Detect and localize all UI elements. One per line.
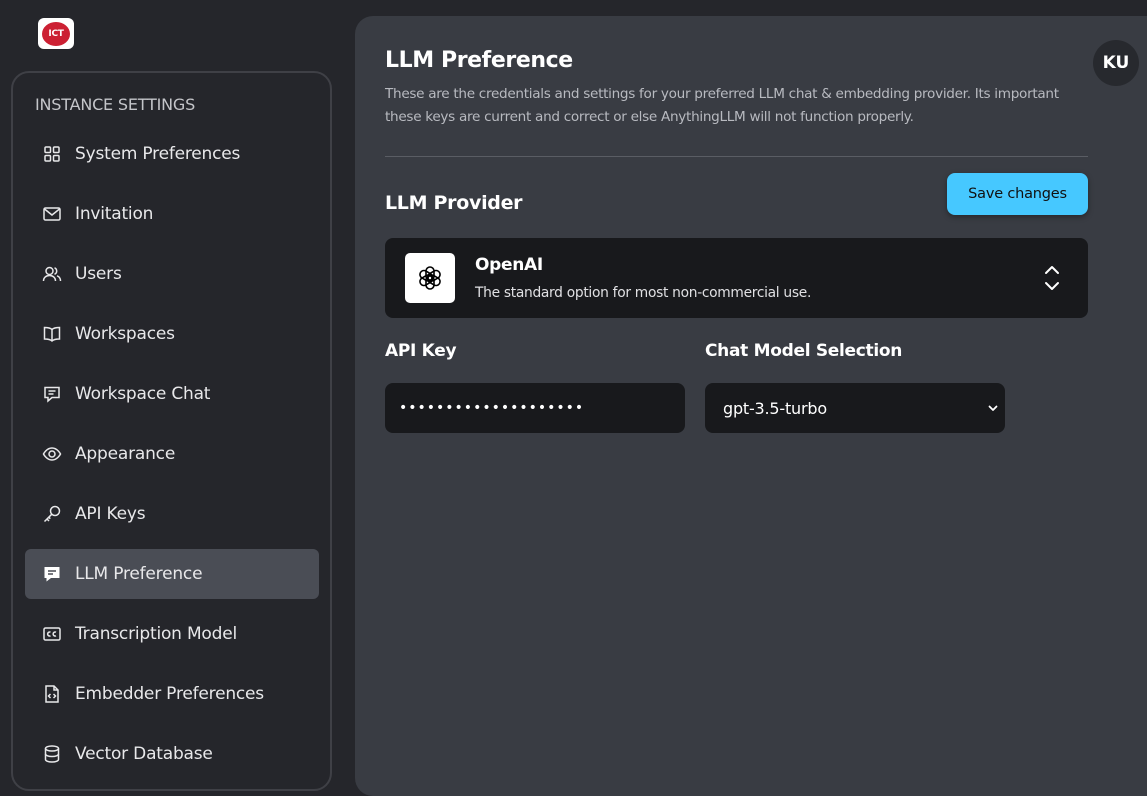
logo-mark: ICT xyxy=(42,21,70,46)
sidebar-item-vector-database[interactable]: Vector Database xyxy=(25,729,319,779)
sidebar-item-label: Transcription Model xyxy=(75,624,237,644)
chat-model-label: Chat Model Selection xyxy=(705,341,903,361)
sidebar-item-label: Appearance xyxy=(75,444,176,464)
sidebar: INSTANCE SETTINGS System Preferences Inv… xyxy=(11,71,332,791)
cc-icon xyxy=(41,623,63,645)
sidebar-item-label: Embedder Preferences xyxy=(75,684,264,704)
chat-model-value: gpt-3.5-turbo xyxy=(723,398,827,418)
database-icon xyxy=(41,743,63,765)
sidebar-item-transcription-model[interactable]: Transcription Model xyxy=(25,609,319,659)
chevron-down-icon xyxy=(988,405,998,411)
sidebar-item-system-preferences[interactable]: System Preferences xyxy=(25,129,319,179)
users-icon xyxy=(41,263,63,285)
sidebar-item-users[interactable]: Users xyxy=(25,249,319,299)
sidebar-item-label: System Preferences xyxy=(75,144,241,164)
sidebar-item-llm-preference[interactable]: LLM Preference xyxy=(25,549,319,599)
sidebar-item-invitation[interactable]: Invitation xyxy=(25,189,319,239)
sidebar-item-label: Vector Database xyxy=(75,744,213,764)
sidebar-item-label: Workspace Chat xyxy=(75,384,211,404)
sidebar-heading: INSTANCE SETTINGS xyxy=(35,95,196,114)
sidebar-item-label: API Keys xyxy=(75,504,146,524)
api-key-label: API Key xyxy=(385,341,457,361)
key-icon xyxy=(41,503,63,525)
envelope-icon xyxy=(41,203,63,225)
code-file-icon xyxy=(41,683,63,705)
eye-icon xyxy=(41,443,63,465)
provider-name: OpenAI xyxy=(475,255,543,275)
sidebar-item-api-keys[interactable]: API Keys xyxy=(25,489,319,539)
sidebar-item-embedder-preferences[interactable]: Embedder Preferences xyxy=(25,669,319,719)
main-panel: KU LLM Preference These are the credenti… xyxy=(355,16,1147,796)
sidebar-item-workspaces[interactable]: Workspaces xyxy=(25,309,319,359)
sidebar-item-label: Workspaces xyxy=(75,324,175,344)
sidebar-item-workspace-chat[interactable]: Workspace Chat xyxy=(25,369,319,419)
chat-icon xyxy=(41,383,63,405)
app-logo[interactable]: ICT xyxy=(38,18,74,49)
sidebar-item-label: Invitation xyxy=(75,204,154,224)
chevron-up-down-icon xyxy=(1045,266,1059,290)
grid-icon xyxy=(41,143,63,165)
openai-icon xyxy=(405,253,455,303)
api-key-input[interactable] xyxy=(385,383,685,433)
section-title: LLM Provider xyxy=(385,192,523,214)
page-description: These are the credentials and settings f… xyxy=(385,86,1059,125)
save-changes-button[interactable]: Save changes xyxy=(947,173,1088,215)
divider xyxy=(385,156,1088,157)
chat-filled-icon xyxy=(41,563,63,585)
chat-model-select[interactable]: gpt-3.5-turbo xyxy=(705,383,1005,433)
page-title: LLM Preference xyxy=(385,48,573,73)
provider-description: The standard option for most non-commerc… xyxy=(475,285,812,301)
llm-provider-select[interactable]: OpenAI The standard option for most non-… xyxy=(385,238,1088,318)
user-avatar[interactable]: KU xyxy=(1093,40,1139,86)
sidebar-item-appearance[interactable]: Appearance xyxy=(25,429,319,479)
book-icon xyxy=(41,323,63,345)
sidebar-item-label: Users xyxy=(75,264,122,284)
sidebar-item-label: LLM Preference xyxy=(75,564,203,584)
